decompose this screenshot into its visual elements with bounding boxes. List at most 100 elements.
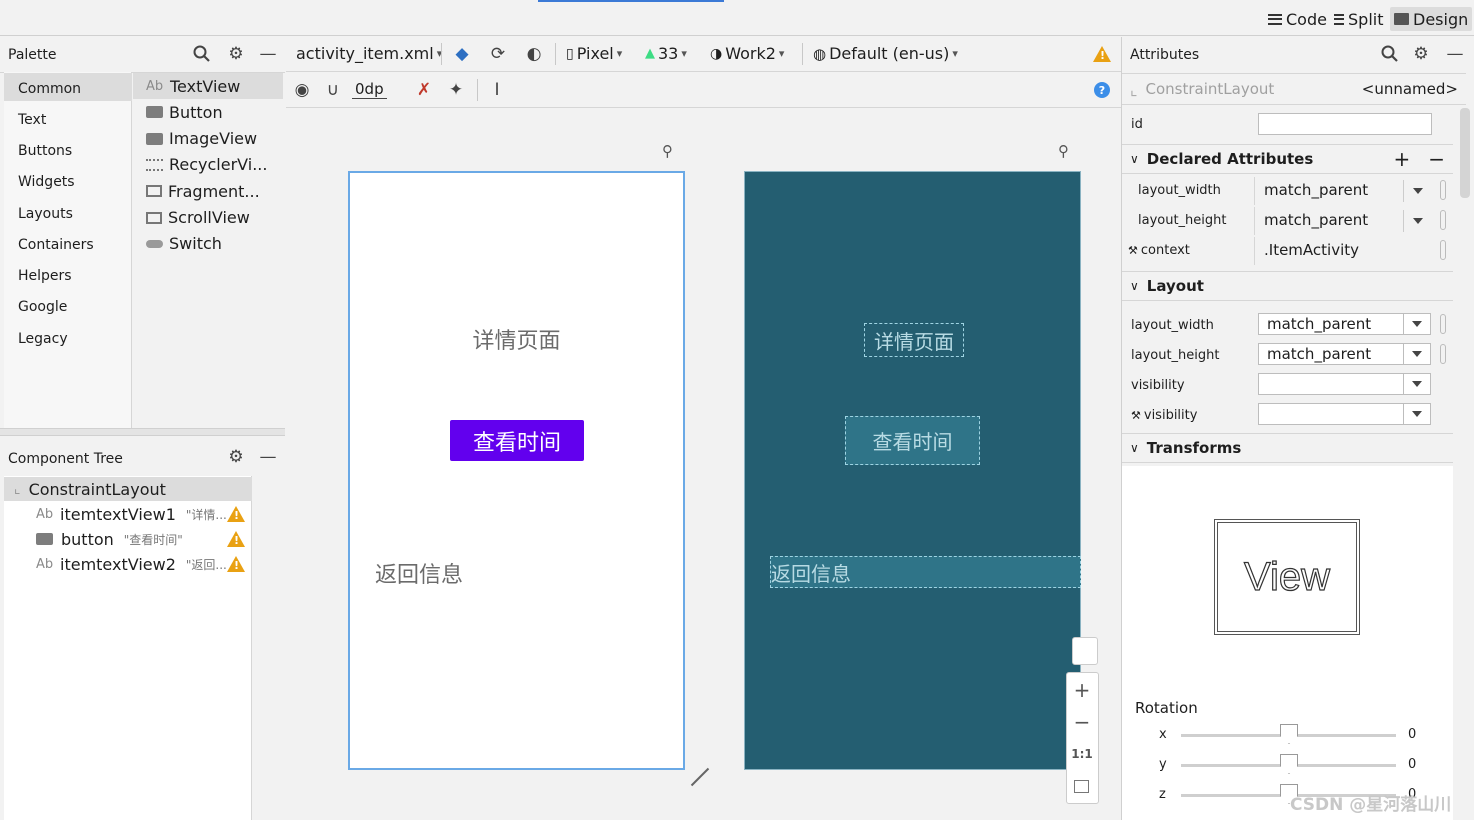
tree-node[interactable]: button "查看时间"	[36, 527, 183, 551]
back-info-text[interactable]: 返回信息	[375, 557, 463, 589]
warning-icon[interactable]	[227, 531, 245, 547]
resource-picker-button[interactable]	[1440, 240, 1446, 260]
watermark: CSDN @星河落山川	[1290, 795, 1452, 815]
palette-widget-item[interactable]: Button	[146, 101, 223, 123]
zoom-out-button[interactable]: −	[1072, 710, 1092, 734]
layout-attr-value[interactable]	[1258, 373, 1404, 395]
blueprint-button[interactable]: 查看时间	[845, 416, 980, 465]
chevron-down-icon	[1412, 218, 1423, 224]
tree-root[interactable]: ⌞ ConstraintLayout	[4, 477, 252, 501]
minimize-icon[interactable]: —	[258, 447, 278, 467]
declared-attributes-header[interactable]: ∨ Declared Attributes + −	[1122, 144, 1453, 174]
palette-category-item[interactable]: Buttons	[18, 143, 72, 163]
palette-category-item[interactable]: Google	[18, 299, 67, 319]
warning-icon[interactable]	[227, 556, 245, 572]
tree-node[interactable]: Ab itemtextView1 "详情...	[36, 502, 227, 526]
split-mode-button[interactable]: Split	[1330, 7, 1387, 31]
palette-category-item[interactable]: Text	[18, 112, 46, 132]
chevron-down-icon: ▾	[681, 47, 687, 60]
eye-icon[interactable]: ◉	[292, 80, 312, 100]
api-selector[interactable]: ▲ 33 ▾	[645, 44, 687, 63]
declared-attr-value[interactable]: match_parent	[1264, 211, 1368, 229]
orientation-icon[interactable]: ⟳	[488, 44, 508, 64]
palette-widget-item[interactable]: Switch	[146, 233, 222, 255]
gear-icon[interactable]: ⚙	[226, 44, 246, 64]
magnet-off-icon[interactable]: ∪	[323, 80, 343, 100]
layout-section-header[interactable]: ∨ Layout	[1122, 271, 1453, 301]
panel-divider[interactable]	[0, 428, 285, 436]
dropdown-button[interactable]	[1403, 343, 1431, 365]
button-icon	[36, 533, 53, 545]
switch-icon	[146, 239, 163, 248]
dropdown-button[interactable]	[1403, 180, 1431, 202]
blueprint-title-text[interactable]: 详情页面	[864, 323, 964, 357]
palette-widget-item[interactable]: ScrollView	[146, 207, 250, 229]
warning-icon[interactable]	[1093, 46, 1111, 62]
pin-icon[interactable]: ⚲	[1058, 142, 1069, 160]
palette-category-item[interactable]: Layouts	[18, 206, 73, 226]
dropdown-button[interactable]	[1403, 373, 1431, 395]
id-field[interactable]	[1258, 113, 1432, 135]
chevron-down-icon	[1412, 381, 1422, 387]
minimize-icon[interactable]: —	[1445, 44, 1465, 64]
guidelines-icon[interactable]: Ⅰ	[487, 80, 507, 100]
dropdown-button[interactable]	[1403, 313, 1431, 335]
layers-icon[interactable]: ◆	[452, 44, 472, 64]
dropdown-button[interactable]	[1403, 210, 1431, 232]
palette-category-item[interactable]: Common	[18, 81, 81, 101]
resource-picker-button[interactable]	[1440, 180, 1446, 200]
device-selector[interactable]: ▯ Pixel ▾	[566, 44, 622, 63]
theme-icon: ◑	[710, 45, 723, 62]
code-mode-button[interactable]: Code	[1264, 7, 1331, 31]
blueprint-surface[interactable]: 详情页面 查看时间 返回信息	[744, 171, 1081, 770]
resource-picker-button[interactable]	[1440, 314, 1446, 334]
palette-category-item[interactable]: Widgets	[18, 174, 75, 194]
layout-attr-value[interactable]	[1258, 403, 1404, 425]
view-time-button[interactable]: 查看时间	[450, 420, 584, 461]
palette-category-item[interactable]: Helpers	[18, 268, 72, 288]
attributes-scrollbar[interactable]	[1460, 108, 1470, 198]
gear-icon[interactable]: ⚙	[1411, 44, 1431, 64]
warning-icon[interactable]	[227, 506, 245, 522]
default-margin-field[interactable]: 0dp	[352, 80, 387, 99]
zoom-to-fit-icon[interactable]	[1074, 780, 1089, 793]
blueprint-back-text[interactable]: 返回信息	[770, 556, 1081, 588]
night-mode-icon[interactable]: ◐	[524, 44, 544, 64]
layout-attr-value[interactable]: match_parent	[1258, 313, 1404, 335]
palette-category-item[interactable]: Containers	[18, 237, 94, 257]
zoom-actual-size-button[interactable]: 1:1	[1070, 747, 1094, 761]
gear-icon[interactable]: ⚙	[226, 447, 246, 467]
transforms-section-title: Transforms	[1146, 439, 1242, 457]
design-mode-button[interactable]: Design	[1390, 7, 1473, 31]
palette-widget-item[interactable]: Ab TextView	[146, 75, 240, 97]
search-icon[interactable]	[192, 44, 212, 64]
add-attribute-icon[interactable]: +	[1393, 147, 1410, 171]
resource-picker-button[interactable]	[1440, 210, 1446, 230]
clear-constraints-icon[interactable]: ✗	[414, 80, 434, 100]
layout-attr-value[interactable]: match_parent	[1258, 343, 1404, 365]
declared-attr-value[interactable]: match_parent	[1264, 181, 1368, 199]
theme-selector[interactable]: ◑ Work2 ▾	[710, 44, 784, 63]
locale-selector[interactable]: ◍ Default (en-us) ▾	[813, 44, 958, 63]
search-icon[interactable]	[1380, 44, 1400, 64]
palette-category-item[interactable]: Legacy	[18, 331, 68, 351]
design-surface[interactable]: 详情页面 查看时间 返回信息	[348, 171, 685, 770]
pin-icon[interactable]: ⚲	[662, 142, 673, 160]
help-icon[interactable]: ?	[1094, 82, 1110, 98]
palette-widget-item[interactable]: ImageView	[146, 128, 257, 150]
pan-button[interactable]	[1072, 637, 1098, 665]
zoom-in-button[interactable]: +	[1072, 678, 1092, 702]
declared-attr-value[interactable]: .ItemActivity	[1264, 241, 1359, 259]
minimize-icon[interactable]: —	[258, 44, 278, 64]
dropdown-button[interactable]	[1403, 403, 1431, 425]
remove-attribute-icon[interactable]: −	[1428, 147, 1445, 171]
transforms-section-header[interactable]: ∨ Transforms	[1122, 433, 1453, 463]
component-type-row: ⌞ ConstraintLayout <unnamed>	[1122, 73, 1466, 105]
resource-picker-button[interactable]	[1440, 344, 1446, 364]
palette-widget-item[interactable]: Fragment...	[146, 180, 260, 202]
tree-node[interactable]: Ab itemtextView2 "返回...	[36, 552, 227, 576]
file-selector[interactable]: activity_item.xml ▾	[296, 44, 442, 63]
palette-widget-item[interactable]: RecyclerVi...	[146, 154, 267, 176]
magic-wand-icon[interactable]: ✦	[446, 80, 466, 100]
detail-title-text[interactable]: 详情页面	[350, 323, 683, 355]
